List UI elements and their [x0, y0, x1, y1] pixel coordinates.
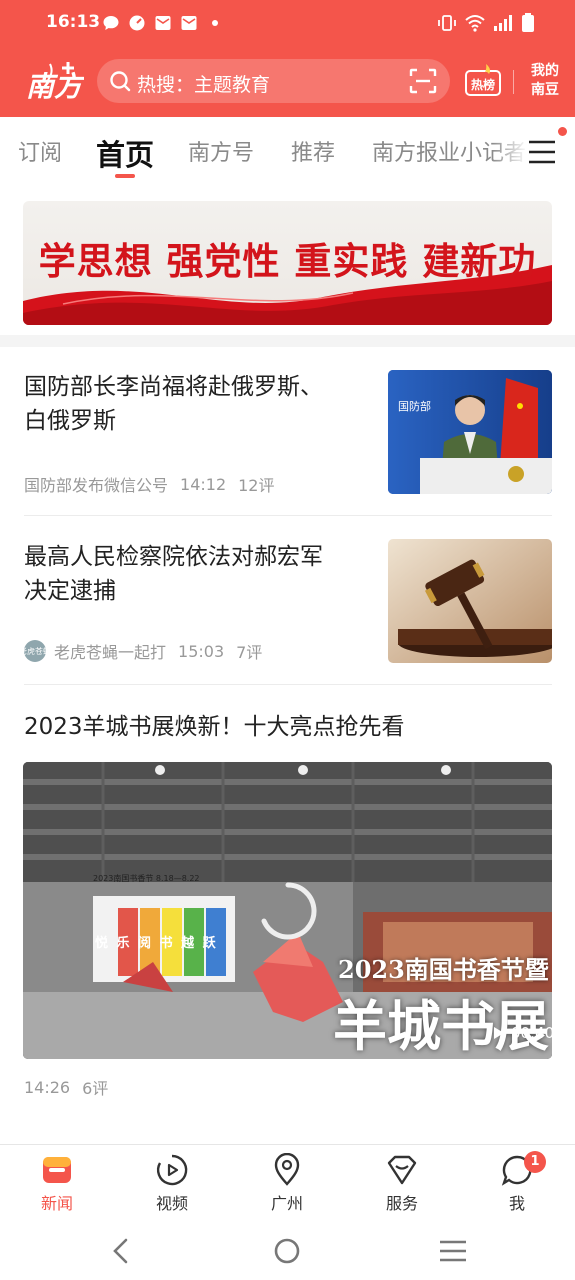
- news-icon: [43, 1157, 71, 1183]
- list-separator: [24, 684, 552, 685]
- channel-tab-bar: 订阅 首页 南方号 推荐 南方报业小记者: [0, 117, 575, 189]
- banner-slogan: 学思想 强党性 重实践 建新功: [38, 239, 537, 283]
- tab-subscribe[interactable]: 订阅: [18, 135, 62, 167]
- notification-badge: 1: [524, 1151, 546, 1173]
- hot-list-icon[interactable]: 热榜: [464, 62, 502, 98]
- article-title-line: 白俄罗斯: [24, 408, 116, 434]
- article-time: 15:03: [178, 641, 225, 661]
- channel-menu-icon[interactable]: [527, 137, 557, 167]
- article-meta: 国防部发布微信公号 14:12 12评: [24, 472, 275, 496]
- video-caption-line1: 2023南国书香节暨: [338, 955, 549, 984]
- source-avatar: 老虎苍蝇: [19, 640, 51, 662]
- signal-icon: [494, 15, 512, 31]
- active-tab-indicator: [115, 174, 135, 178]
- my-nandou-button[interactable]: 我的 南豆: [524, 62, 566, 100]
- system-status-icons: [437, 13, 535, 33]
- mail-icon: [181, 16, 197, 30]
- nav-me[interactable]: 我 1: [477, 1151, 557, 1214]
- article-meta: 老虎苍蝇 老虎苍蝇一起打 15:03 7评: [19, 639, 263, 663]
- home-icon[interactable]: [270, 1234, 304, 1268]
- tab-home[interactable]: 首页: [96, 132, 154, 174]
- nav-service[interactable]: 服务: [362, 1153, 442, 1214]
- thumb-label: 国防部: [398, 399, 431, 413]
- article-title-line: 决定逮捕: [24, 578, 116, 604]
- video-thumbnail[interactable]: 2023南国书香节 8.18—8.22 悦 乐 阅 书 越 跃 2023南国书香…: [23, 762, 552, 1059]
- nav-label: 视频: [155, 1194, 188, 1213]
- nanfang-plus-logo: 南方: [26, 62, 84, 103]
- section-divider: [0, 335, 575, 347]
- article-title-line: 国防部长李尚福将赴俄罗斯、: [24, 374, 323, 400]
- svg-text:南方: 南方: [26, 70, 84, 103]
- battery-icon: [522, 13, 534, 32]
- article-time: 14:12: [180, 474, 227, 494]
- tab-nanfang-hao[interactable]: 南方号: [188, 135, 254, 167]
- nav-label: 新闻: [40, 1194, 73, 1213]
- tabs-fade: [492, 117, 528, 189]
- my-nandou-line2: 南豆: [531, 82, 559, 98]
- nav-label: 我: [508, 1194, 525, 1213]
- channel-tabs: 订阅 首页 南方号 推荐 南方报业小记者: [0, 117, 528, 189]
- article-comments: 12评: [238, 476, 275, 495]
- menu-notification-dot: [558, 127, 567, 136]
- article-title: 2023羊城书展焕新！十大亮点抢先看: [24, 714, 405, 740]
- status-time: 16:13: [46, 12, 101, 32]
- status-bar: 16:13: [0, 0, 575, 48]
- search-bar[interactable]: 热搜：主题教育: [97, 59, 450, 103]
- header-divider: [513, 70, 514, 94]
- mail-icon: [155, 16, 171, 30]
- speedometer-icon: [129, 15, 145, 31]
- app-header: 16:13 南方 热搜：主题教育 热榜 我的 南豆: [0, 0, 575, 117]
- article-source: 老虎苍蝇一起打: [54, 643, 167, 662]
- nav-news[interactable]: 新闻: [17, 1153, 97, 1214]
- nav-label: 广州: [270, 1194, 303, 1213]
- wifi-icon: [465, 15, 485, 32]
- nav-video[interactable]: 视频: [132, 1153, 212, 1214]
- vibrate-icon: [438, 15, 456, 31]
- scan-icon[interactable]: [408, 67, 438, 95]
- search-icon: [110, 71, 131, 92]
- article-title: 国防部长李尚福将赴俄罗斯、 白俄罗斯: [24, 370, 323, 438]
- service-icon: [387, 1155, 417, 1185]
- campaign-banner[interactable]: 学思想 强党性 重实践 建新功: [23, 201, 552, 325]
- app-screen: 16:13 南方 热搜：主题教育 热榜 我的 南豆 订阅 首页 南方号 推荐 南…: [0, 0, 575, 1280]
- article-comments: 7评: [236, 643, 263, 662]
- top-bar: 南方 热搜：主题教育 热榜 我的 南豆: [0, 48, 575, 117]
- video-duration: 00:40: [493, 1024, 552, 1042]
- article-title: 最高人民检察院依法对郝宏军 决定逮捕: [24, 540, 323, 608]
- back-icon[interactable]: [104, 1234, 138, 1268]
- article-thumbnail: [388, 539, 552, 663]
- dot-icon: [212, 20, 218, 26]
- article-source: 国防部发布微信公号: [24, 476, 169, 495]
- article-comments: 6评: [82, 1079, 109, 1098]
- video-icon: [156, 1154, 188, 1186]
- hot-list-label: 热榜: [471, 77, 495, 92]
- notification-icons: [102, 14, 224, 32]
- my-nandou-line1: 我的: [531, 63, 559, 79]
- nav-label: 服务: [385, 1194, 418, 1213]
- play-icon: [494, 1027, 504, 1039]
- article-thumbnail: 国防部: [388, 370, 552, 494]
- location-icon: [274, 1153, 300, 1186]
- system-navigation-bar: [0, 1220, 575, 1280]
- list-separator: [24, 515, 552, 516]
- poster-dates: 2023南国书香节 8.18—8.22: [93, 874, 200, 883]
- loading-spinner-icon: [261, 882, 317, 940]
- article-time: 14:26: [24, 1077, 71, 1097]
- nav-guangzhou[interactable]: 广州: [247, 1153, 327, 1214]
- search-placeholder: 热搜：主题教育: [137, 74, 271, 96]
- duration-text: 00:40: [511, 1024, 552, 1042]
- tab-recommend[interactable]: 推荐: [291, 135, 335, 167]
- article-meta: 14:26 6评: [24, 1075, 108, 1099]
- bottom-navigation: 新闻 视频 广州 服务 我 1: [0, 1144, 575, 1220]
- chat-bubble-icon: [103, 16, 119, 30]
- recents-icon[interactable]: [436, 1234, 470, 1268]
- article-title-line: 最高人民检察院依法对郝宏军: [24, 544, 323, 570]
- article-source-group: 老虎苍蝇 老虎苍蝇一起打: [19, 639, 167, 663]
- video-caption-line2: 羊城书展: [333, 994, 549, 1058]
- poster-slogan: 悦 乐 阅 书 越 跃: [95, 936, 218, 951]
